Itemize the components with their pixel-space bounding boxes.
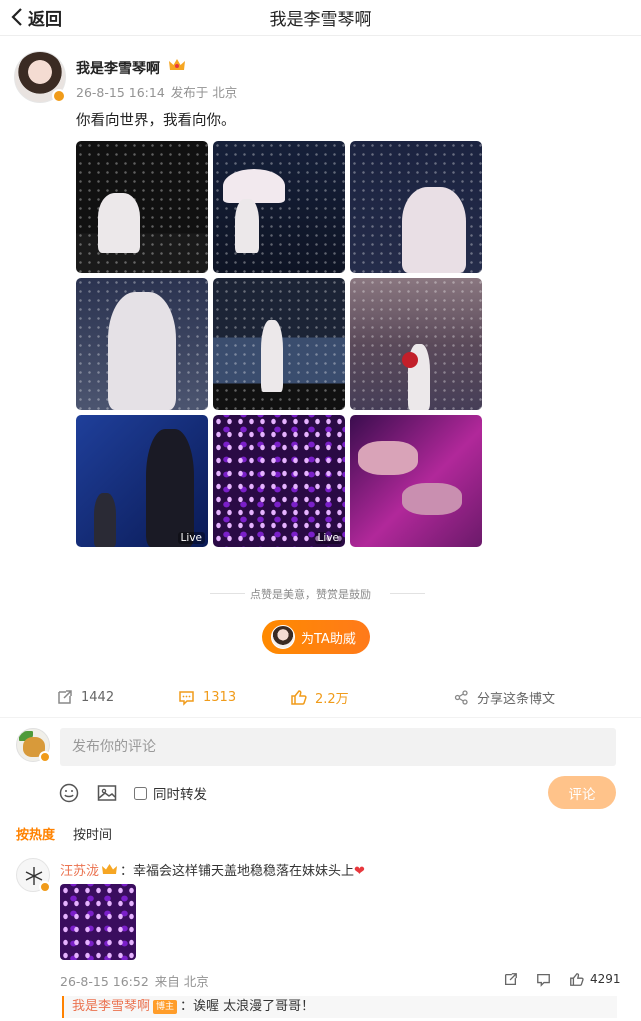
- page-title: 我是李雪琴啊: [269, 10, 372, 30]
- post-text: 你看向世界，我看向你。: [76, 113, 236, 129]
- author-name[interactable]: 我是李雪琴啊: [76, 58, 160, 78]
- repost-count: 1442: [81, 689, 115, 705]
- crown-icon: [169, 59, 185, 70]
- sort-tabs: 按热度 按时间: [16, 824, 130, 843]
- comment-location: 来自 北京: [154, 974, 209, 989]
- comment-actions: 4291: [503, 969, 621, 989]
- submit-comment-button[interactable]: 评论: [548, 776, 616, 809]
- comment-input[interactable]: [60, 728, 616, 766]
- verified-badge-icon: [52, 89, 66, 103]
- heart-icon: ❤: [354, 864, 365, 879]
- thumbs-up-icon: [291, 689, 307, 705]
- like-button[interactable]: 2.2万: [290, 684, 349, 710]
- photo-9[interactable]: [350, 415, 482, 547]
- post-time: 26-8-15 16:14: [76, 85, 165, 100]
- photo-4[interactable]: [76, 278, 208, 410]
- tab-hot[interactable]: 按热度: [16, 828, 55, 843]
- repost-checkbox[interactable]: 同时转发: [134, 783, 207, 803]
- reply-text: ：诶喔 太浪漫了哥哥！: [180, 999, 315, 1014]
- photo-1[interactable]: [76, 141, 208, 273]
- reward-hint: 点赞是美意，赞赏是鼓励: [250, 588, 371, 601]
- reward-divider: 点赞是美意，赞赏是鼓励: [210, 586, 425, 601]
- photo-2[interactable]: [213, 141, 345, 273]
- reply-preview[interactable]: 我是李雪琴啊 博主 ：诶喔 太浪漫了哥哥！: [62, 996, 617, 1018]
- live-badge: Live: [314, 532, 342, 544]
- photo-gallery: Live Live: [76, 141, 482, 547]
- comment-count: 1313: [203, 689, 237, 705]
- verified-badge-icon: [39, 881, 51, 893]
- comment-line: 汪苏泷 ：幸福会这样铺天盖地稳稳落在妹妹头上❤: [60, 860, 365, 879]
- cheer-avatar: [271, 625, 295, 649]
- post-header: 我是李雪琴啊 26-8-15 16:14 发布于 北京: [14, 51, 614, 105]
- commenter-name[interactable]: 汪苏泷: [60, 864, 99, 879]
- tab-time[interactable]: 按时间: [73, 828, 112, 843]
- repost-button[interactable]: 1442: [56, 684, 114, 710]
- comment-icon[interactable]: [536, 972, 551, 987]
- live-badge: Live: [177, 532, 205, 544]
- repost-icon: [58, 689, 72, 704]
- repost-checkbox-input[interactable]: [134, 786, 147, 800]
- cheer-button[interactable]: 为TA助威: [262, 620, 370, 654]
- share-icon: [454, 689, 468, 705]
- cheer-label: 为TA助威: [301, 631, 356, 647]
- comment-text: ：幸福会这样铺天盖地稳稳落在妹妹头上: [120, 864, 355, 879]
- photo-6[interactable]: [350, 278, 482, 410]
- photo-5[interactable]: [213, 278, 345, 410]
- share-label: 分享这条博文: [477, 691, 556, 707]
- thumbs-up-icon[interactable]: [569, 972, 584, 987]
- comment-meta: 26-8-15 16:52 来自 北京: [60, 971, 215, 990]
- reply-user[interactable]: 我是李雪琴啊: [72, 999, 150, 1014]
- crown-icon: [102, 864, 118, 874]
- top-bar: 返回 我是李雪琴啊: [0, 0, 641, 36]
- photo-7[interactable]: Live: [76, 415, 208, 547]
- comment-image[interactable]: [60, 884, 136, 960]
- repost-checkbox-label: 同时转发: [153, 787, 207, 803]
- repost-icon[interactable]: [503, 972, 518, 987]
- share-button[interactable]: 分享这条博文: [454, 684, 555, 710]
- comment-icon: [179, 690, 194, 706]
- author-tag: 博主: [153, 1000, 178, 1014]
- comment-button[interactable]: 1313: [178, 684, 236, 710]
- verified-badge-icon: [39, 751, 51, 763]
- photo-8[interactable]: Live: [213, 415, 345, 547]
- comment-time: 26-8-15 16:52: [60, 974, 149, 989]
- post-location: 发布于 北京: [170, 85, 238, 100]
- comment-like-count: 4291: [590, 972, 621, 986]
- post-meta: 26-8-15 16:14 发布于 北京: [76, 82, 243, 101]
- image-icon[interactable]: [96, 782, 118, 804]
- divider: [0, 717, 641, 718]
- photo-3[interactable]: [350, 141, 482, 273]
- emoji-icon[interactable]: [58, 782, 80, 804]
- composer-tools: 同时转发: [58, 780, 207, 806]
- action-bar: 1442 1313 2.2万 分享这条博文: [0, 684, 641, 710]
- like-count: 2.2万: [315, 691, 349, 707]
